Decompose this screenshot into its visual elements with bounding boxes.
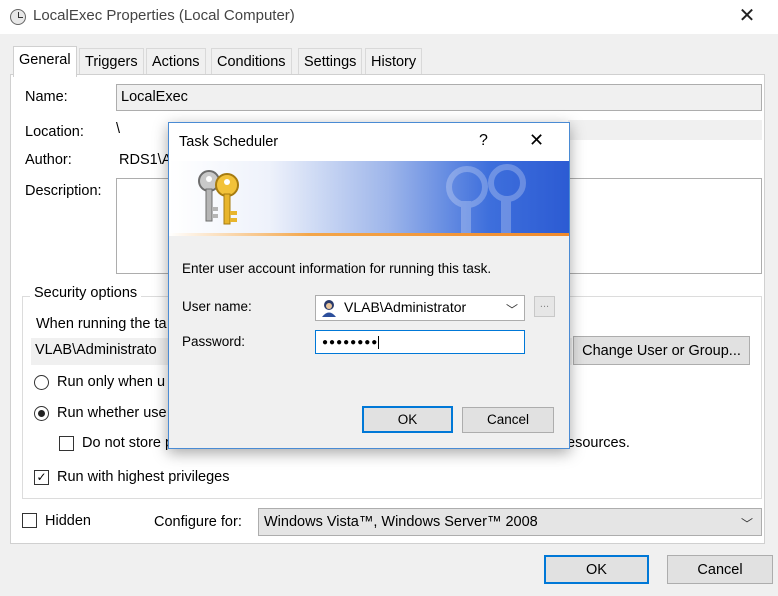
when-running-text: When running the ta [36, 316, 167, 332]
tab-settings[interactable]: Settings [298, 48, 363, 75]
name-label: Name: [25, 89, 68, 105]
help-icon[interactable]: ? [479, 132, 488, 150]
username-combo[interactable]: VLAB\Administrator ﹀ [315, 295, 525, 321]
password-field[interactable]: ●●●●●●●● [315, 330, 525, 354]
security-options-title: Security options [30, 285, 142, 301]
window-title: LocalExec Properties (Local Computer) [33, 7, 295, 24]
task-scheduler-dialog: Task Scheduler ? ✕ Enter user account in… [168, 122, 570, 449]
clock-icon [10, 9, 26, 25]
tab-actions[interactable]: Actions [146, 48, 206, 75]
tab-general[interactable]: General [13, 46, 77, 77]
configure-value: Windows Vista™, Windows Server™ 2008 [264, 514, 538, 530]
location-field-strip [568, 120, 762, 140]
author-value: RDS1\A [119, 152, 172, 168]
username-value: VLAB\Administrator [344, 299, 467, 315]
user-icon [321, 299, 337, 320]
browse-user-button[interactable]: ... [534, 296, 555, 317]
window-title-bar: LocalExec Properties (Local Computer) ✕ [0, 0, 778, 34]
run-highest-checkbox[interactable]: ✓ [34, 470, 49, 485]
tab-triggers[interactable]: Triggers [79, 48, 144, 75]
configure-select[interactable]: Windows Vista™, Windows Server™ 2008 ﹀ [258, 508, 762, 536]
cancel-button[interactable]: Cancel [667, 555, 773, 584]
dialog-ok-button[interactable]: OK [362, 406, 453, 433]
dialog-title-bar: Task Scheduler ? ✕ [169, 123, 569, 161]
name-field[interactable]: LocalExec [116, 84, 762, 111]
run-whether-label: Run whether use [57, 405, 167, 421]
dialog-title: Task Scheduler [179, 134, 279, 150]
hidden-checkbox[interactable] [22, 513, 37, 528]
run-whether-radio[interactable] [34, 406, 49, 421]
ok-button[interactable]: OK [544, 555, 649, 584]
run-highest-label: Run with highest privileges [57, 469, 230, 485]
do-not-store-label: Do not store pa [82, 435, 182, 451]
text-cursor [378, 336, 380, 349]
dialog-instruction: Enter user account information for runni… [182, 261, 492, 276]
change-user-button[interactable]: Change User or Group... [573, 336, 750, 365]
description-label: Description: [25, 183, 102, 199]
run-logged-on-radio[interactable] [34, 375, 49, 390]
chevron-down-icon: ﹀ [505, 303, 518, 317]
banner-watermark [437, 161, 537, 233]
do-not-store-label-tail: esources. [567, 435, 630, 451]
tab-conditions[interactable]: Conditions [211, 48, 292, 75]
hidden-label: Hidden [45, 513, 91, 529]
author-label: Author: [25, 152, 72, 168]
dialog-cancel-button[interactable]: Cancel [462, 407, 554, 433]
account-field: VLAB\Administrato [31, 338, 171, 365]
tab-history[interactable]: History [365, 48, 423, 75]
dialog-banner [169, 161, 569, 236]
run-logged-on-label: Run only when u [57, 374, 166, 390]
configure-label: Configure for: [154, 514, 242, 530]
close-icon[interactable]: ✕ [732, 3, 762, 28]
password-label: Password: [182, 334, 246, 349]
location-label: Location: [25, 124, 84, 140]
password-value: ●●●●●●●● [322, 337, 379, 349]
do-not-store-checkbox[interactable] [59, 436, 74, 451]
location-value: \ [116, 121, 121, 137]
chevron-down-icon: ﹀ [740, 517, 753, 531]
banner-line [169, 233, 569, 236]
close-icon[interactable]: ✕ [529, 130, 544, 151]
keys-icon [191, 167, 247, 232]
username-label: User name: [182, 299, 252, 314]
